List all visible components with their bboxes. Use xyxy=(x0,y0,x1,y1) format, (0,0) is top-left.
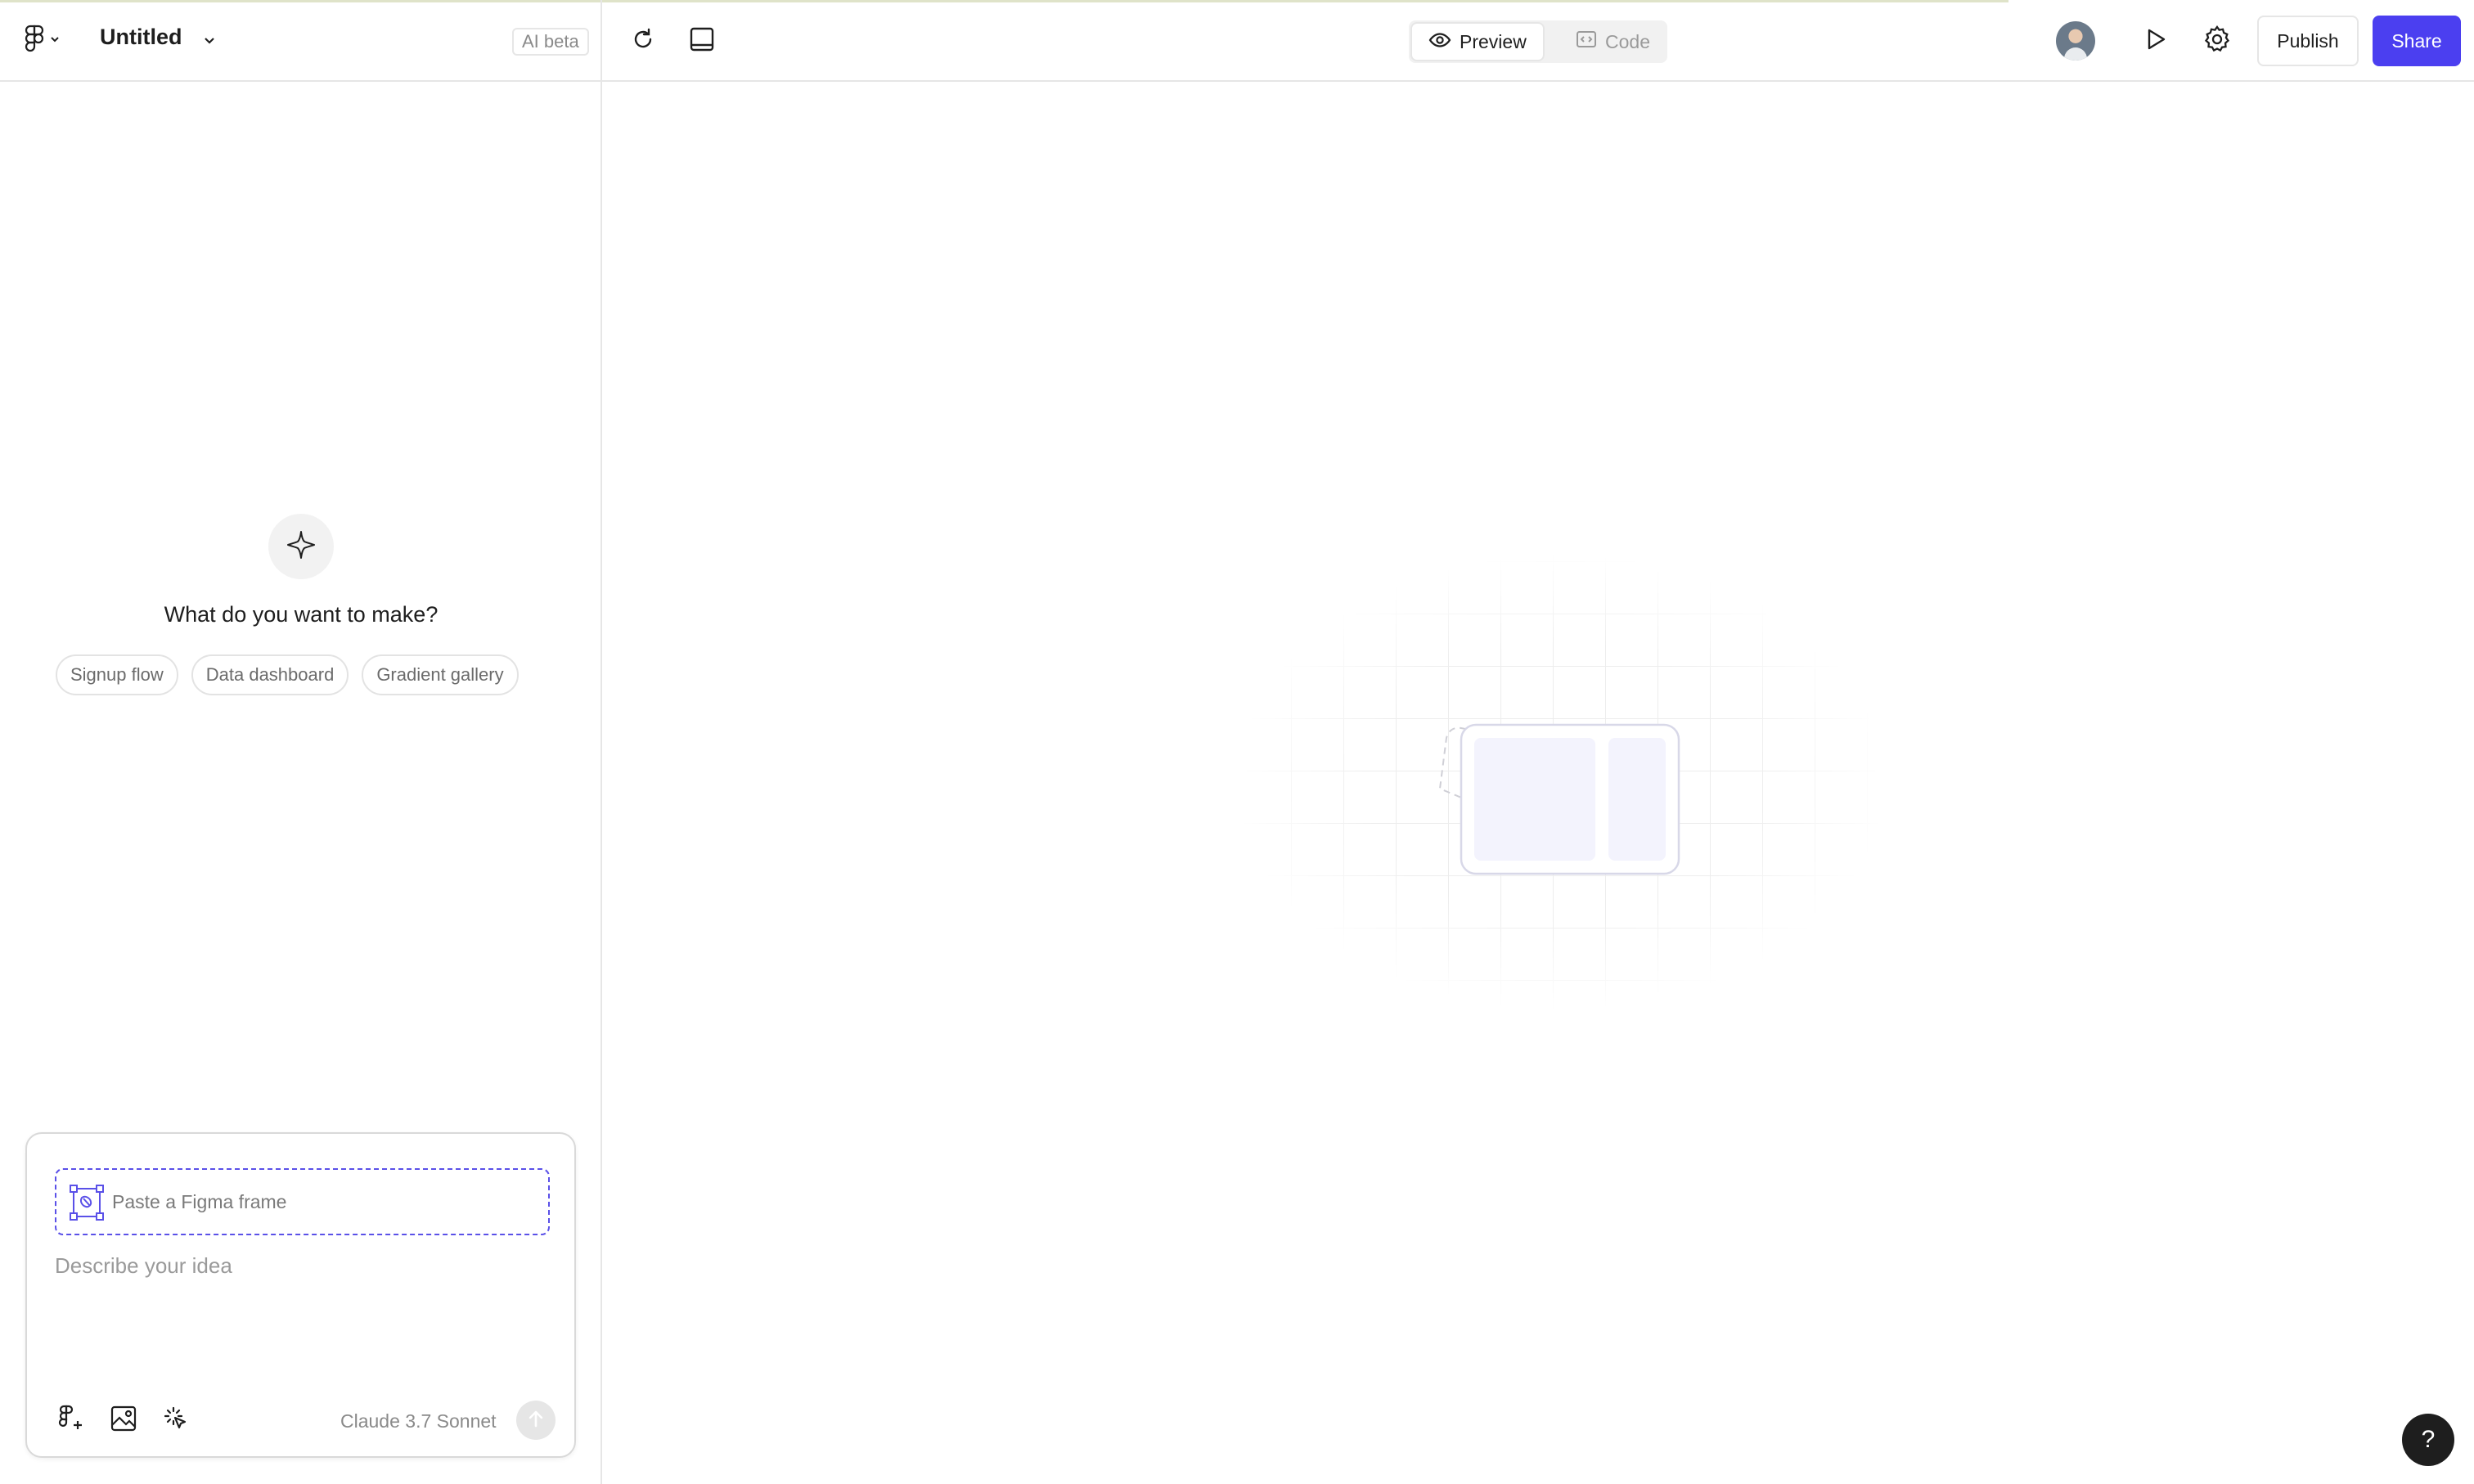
main-menu-button[interactable] xyxy=(25,23,77,59)
help-button[interactable]: ? xyxy=(2402,1414,2454,1466)
publish-button[interactable]: Publish xyxy=(2257,16,2359,66)
attach-image-button[interactable] xyxy=(107,1404,140,1437)
arrow-up-icon xyxy=(527,1409,545,1432)
left-header: Untitled AI beta xyxy=(0,0,602,82)
paste-frame-label: Paste a Figma frame xyxy=(112,1191,287,1212)
toggle-panel-button[interactable] xyxy=(686,25,718,57)
code-icon xyxy=(1576,30,1597,53)
panel-layout-icon xyxy=(688,25,716,57)
send-button[interactable] xyxy=(516,1401,556,1440)
model-selector[interactable]: Claude 3.7 Sonnet xyxy=(340,1410,497,1432)
top-bar: Untitled AI beta Preview Code Publish Sh… xyxy=(0,0,2474,82)
add-figma-button[interactable] xyxy=(55,1404,88,1437)
paste-figma-frame-dropzone[interactable]: Paste a Figma frame xyxy=(55,1168,550,1235)
preview-canvas[interactable] xyxy=(604,82,2474,1484)
empty-state-illustration xyxy=(1235,553,1887,1011)
chevron-down-icon[interactable] xyxy=(199,29,220,51)
prompt-heading: What do you want to make? xyxy=(164,602,439,627)
refresh-icon xyxy=(630,26,656,56)
avatar[interactable] xyxy=(2056,21,2095,61)
sparkle-icon xyxy=(285,528,317,565)
refresh-button[interactable] xyxy=(627,25,659,57)
image-icon xyxy=(110,1405,137,1437)
select-element-icon xyxy=(163,1405,189,1436)
sparkle-badge xyxy=(268,514,334,579)
eye-icon xyxy=(1428,31,1451,53)
file-title[interactable]: Untitled xyxy=(100,25,182,50)
share-button[interactable]: Share xyxy=(2373,16,2461,66)
tab-code[interactable]: Code xyxy=(1559,24,1667,60)
figma-logo-icon xyxy=(25,25,44,58)
suggestion-chip[interactable]: Gradient gallery xyxy=(362,654,519,695)
suggestion-chip[interactable]: Signup flow xyxy=(56,654,178,695)
select-element-button[interactable] xyxy=(160,1404,192,1437)
chat-panel: What do you want to make? Signup flow Da… xyxy=(0,82,602,1484)
play-icon xyxy=(2142,26,2168,56)
suggestion-chips: Signup flow Data dashboard Gradient gall… xyxy=(56,654,519,695)
chevron-down-icon xyxy=(49,34,61,49)
idea-input[interactable] xyxy=(55,1253,550,1376)
tab-code-label: Code xyxy=(1605,30,1650,52)
suggestion-chip[interactable]: Data dashboard xyxy=(191,654,349,695)
figma-add-icon xyxy=(58,1405,84,1437)
ai-beta-badge: AI beta xyxy=(512,28,589,56)
figma-frame-icon xyxy=(70,1181,104,1224)
play-button[interactable] xyxy=(2137,23,2173,59)
gear-icon xyxy=(2202,25,2232,58)
prompt-composer: Paste a Figma frame Describe your idea C… xyxy=(25,1132,576,1458)
tab-preview-label: Preview xyxy=(1460,30,1527,52)
view-mode-toggle: Preview Code xyxy=(1409,20,1667,63)
tab-preview[interactable]: Preview xyxy=(1412,24,1543,60)
help-icon: ? xyxy=(2421,1426,2436,1453)
settings-button[interactable] xyxy=(2199,23,2235,59)
